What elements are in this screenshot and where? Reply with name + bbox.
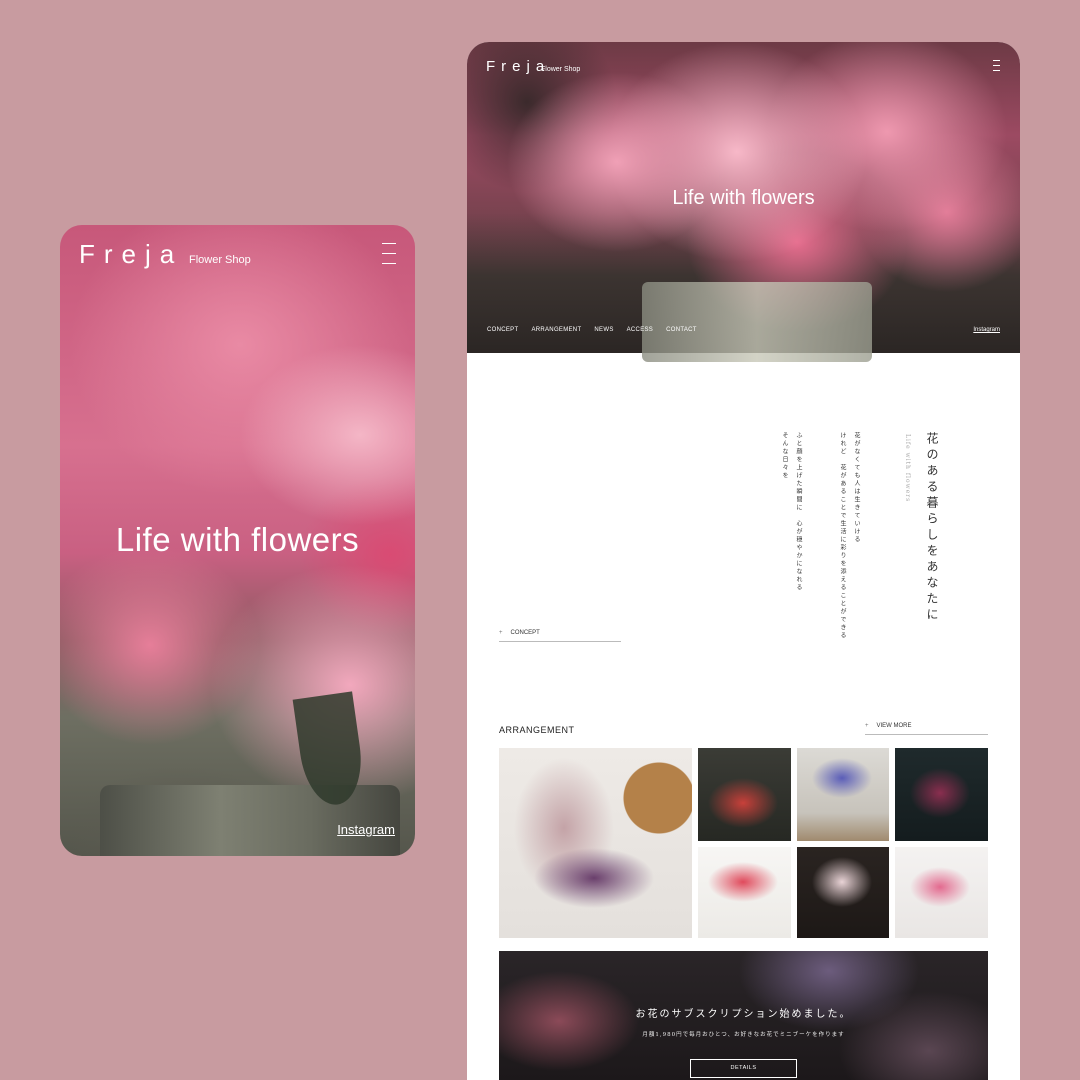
desktop-mockup: Freja Flower Shop Life with flowers CONC… <box>467 42 1020 1080</box>
hamburger-menu-icon[interactable] <box>382 243 396 267</box>
subscription-banner: お花のサブスクリプション始めました。 月額1,980円で毎月おひとつ、お好きなお… <box>499 951 988 1080</box>
concept-link[interactable]: + CONCEPT <box>499 630 621 642</box>
arrangement-photo-lilac[interactable] <box>499 748 692 938</box>
instagram-link[interactable]: Instagram <box>973 327 1000 333</box>
hero-image: Freja Flower Shop Life with flowers CONC… <box>467 42 1020 362</box>
nav-item-access[interactable]: ACCESS <box>627 327 653 333</box>
arrangement-photo[interactable] <box>797 847 889 938</box>
plus-icon: + <box>499 630 503 636</box>
arrangement-photo[interactable] <box>895 847 988 938</box>
main-nav: CONCEPT ARRANGEMENT NEWS ACCESS CONTACT <box>487 327 697 333</box>
nav-item-contact[interactable]: CONTACT <box>666 327 697 333</box>
hero-title: Life with flowers <box>115 521 360 558</box>
hamburger-menu-icon[interactable] <box>993 60 1000 75</box>
instagram-link[interactable]: Instagram <box>337 822 395 837</box>
mobile-mockup: Freja Flower Shop Life with flowers Inst… <box>60 225 415 856</box>
details-button[interactable]: DETAILS <box>690 1059 797 1078</box>
vase-image <box>100 785 400 856</box>
concept-heading-en: Life with flowers <box>904 434 911 503</box>
plus-icon: + <box>865 723 869 729</box>
logo-subtitle: Flower Shop <box>189 254 251 266</box>
nav-item-arrangement[interactable]: ARRANGEMENT <box>531 327 581 333</box>
nav-item-concept[interactable]: CONCEPT <box>487 327 518 333</box>
nav-item-news[interactable]: NEWS <box>594 327 613 333</box>
vase-image <box>642 282 872 362</box>
hero-title: Life with flowers <box>672 187 815 209</box>
concept-body-2: ふと顔を上げた瞬間に 心が穏やかになれる そんな日々を <box>781 432 802 592</box>
subscription-title: お花のサブスクリプション始めました。 <box>635 1009 852 1020</box>
arrangement-photo[interactable] <box>895 748 988 841</box>
concept-heading: 花のある暮らしをあなたに <box>925 432 939 624</box>
arrangement-title: ARRANGEMENT <box>499 725 575 735</box>
view-more-link[interactable]: + VIEW MORE <box>865 723 988 735</box>
concept-body-1: 花がなくても人は生きていける けれど 花があることで生活に彩りを添えることができ… <box>839 432 860 640</box>
subscription-text: 月額1,980円で毎月おひとつ、お好きなお花でミニブーケを作ります <box>642 1032 845 1038</box>
arrangement-photo[interactable] <box>698 748 791 841</box>
arrangement-photo[interactable] <box>698 847 791 938</box>
logo[interactable]: Freja <box>79 239 183 270</box>
logo-subtitle: Flower Shop <box>541 66 581 73</box>
arrangement-photo[interactable] <box>797 748 889 841</box>
